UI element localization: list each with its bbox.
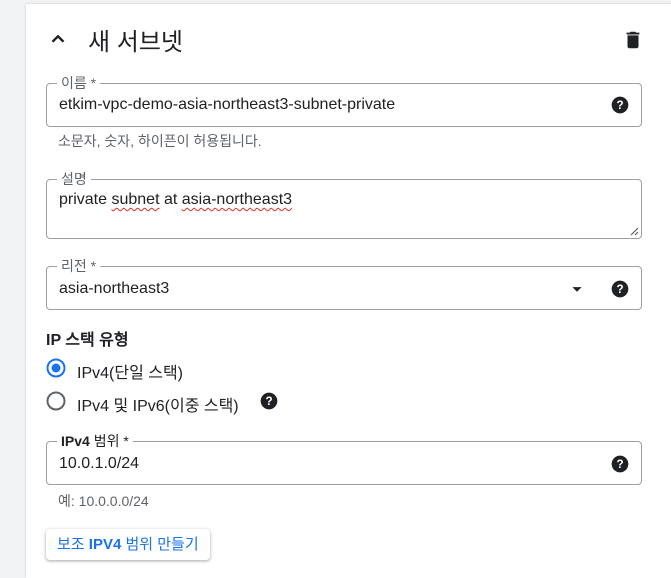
trash-icon[interactable]	[622, 29, 644, 51]
dropdown-arrow-icon[interactable]	[566, 278, 588, 300]
region-selected-value: asia-northeast3	[59, 280, 170, 297]
button-text-bold: IPV4	[88, 536, 122, 553]
spellcheck-word: asia-northeast3	[181, 191, 293, 208]
name-field-label: 이름 *	[57, 75, 101, 91]
ip-stack-title: IP 스택 유형	[46, 332, 129, 349]
add-secondary-ipv4-range-button[interactable]: 보조 IPV4 범위 만들기	[46, 529, 210, 560]
section-title: 새 서브넷	[88, 29, 183, 56]
name-hint: 소문자, 숫자, 하이픈이 허용됩니다.	[58, 133, 262, 149]
svg-text:?: ?	[616, 283, 623, 296]
description-text: private	[59, 191, 112, 208]
region-select[interactable]: 리전 * asia-northeast3 ?	[46, 258, 642, 310]
spellcheck-word: subnet	[111, 191, 160, 208]
svg-text:?: ?	[265, 395, 272, 408]
description-field-label: 설명	[57, 171, 91, 187]
help-icon[interactable]: ?	[610, 95, 630, 115]
button-text: 보조	[57, 536, 89, 553]
help-icon[interactable]: ?	[259, 391, 279, 411]
resize-handle-icon[interactable]	[629, 226, 639, 236]
chevron-up-icon[interactable]	[47, 28, 69, 50]
radio-ipv4-single-label[interactable]: IPv4(단일 스택)	[77, 359, 183, 383]
ipv4-range-field[interactable]: IPv4 범위 * 10.0.1.0/24 ?	[46, 433, 642, 485]
ipv4-range-label-rest: 범위 *	[89, 433, 129, 449]
radio-ipv4-ipv6-dual[interactable]	[46, 391, 66, 411]
ipv4-range-label-bold: IPv4	[61, 433, 90, 449]
ipv4-range-input[interactable]: 10.0.1.0/24	[59, 455, 139, 473]
button-text: 범위 만들기	[121, 536, 199, 553]
description-textarea[interactable]: private subnet at asia-northeast3	[59, 191, 292, 209]
radio-ipv4-single[interactable]	[46, 358, 66, 378]
region-field-label: 리전 *	[57, 258, 101, 274]
description-field[interactable]: 설명 private subnet at asia-northeast3	[46, 171, 642, 239]
help-icon[interactable]: ?	[610, 279, 630, 299]
ipv4-range-label: IPv4 범위 *	[57, 433, 133, 449]
svg-text:?: ?	[616, 458, 623, 471]
name-input[interactable]: etkim-vpc-demo-asia-northeast3-subnet-pr…	[59, 96, 395, 114]
help-icon[interactable]: ?	[610, 454, 630, 474]
radio-ipv4-ipv6-dual-label[interactable]: IPv4 및 IPv6(이중 스택)	[77, 392, 239, 416]
name-field[interactable]: 이름 * etkim-vpc-demo-asia-northeast3-subn…	[46, 75, 642, 127]
svg-text:?: ?	[616, 99, 623, 112]
ipv4-range-hint: 예: 10.0.0.0/24	[58, 493, 149, 509]
description-text: at	[159, 191, 182, 208]
